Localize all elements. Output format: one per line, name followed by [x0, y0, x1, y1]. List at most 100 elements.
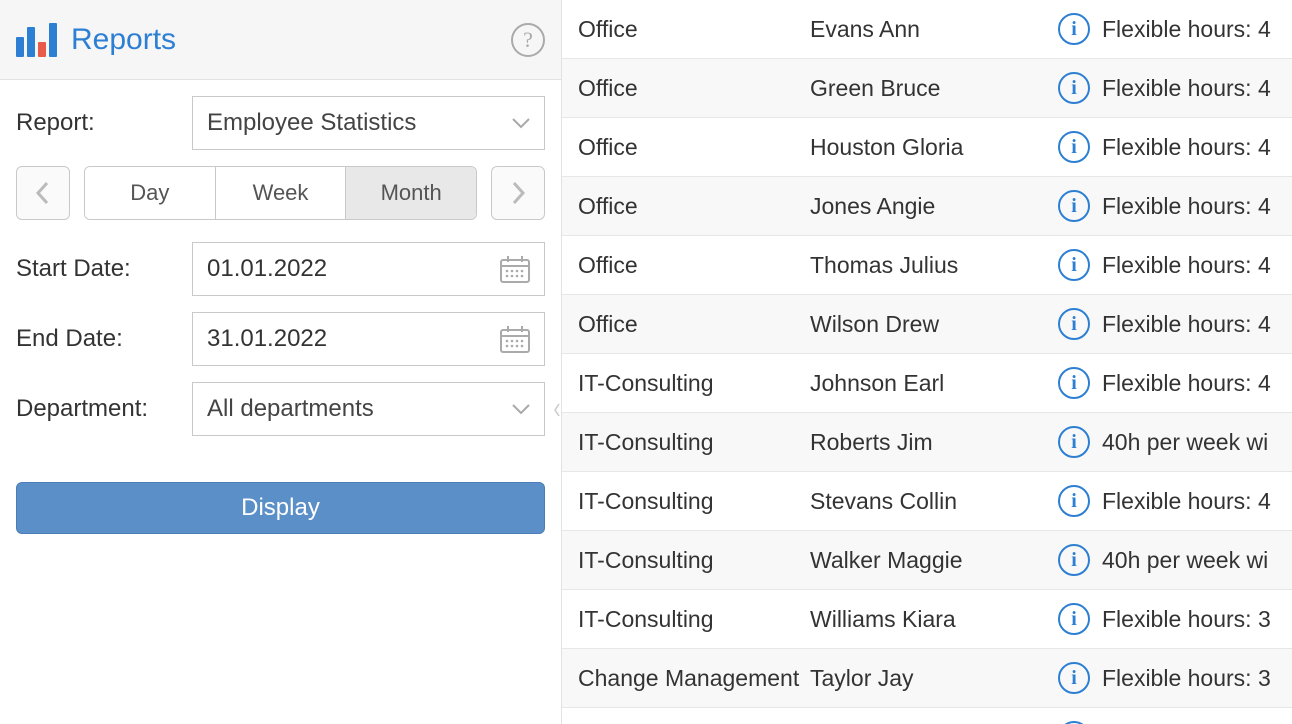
table-row: OfficeThomas Juliusi Flexible hours: 4 [562, 236, 1292, 295]
cell-department: IT-Consulting [562, 429, 810, 456]
cell-name: Evans Ann [810, 16, 1058, 43]
schedule-text: Flexible hours: 3 [1102, 606, 1271, 633]
schedule-text: Flexible hours: 4 [1102, 75, 1271, 102]
schedule-text: Flexible hours: 4 [1102, 134, 1271, 161]
table-row: IT-ConsultingStevans Collini Flexible hou… [562, 472, 1292, 531]
schedule-text: 40h per week wi [1102, 547, 1268, 574]
cell-name: Johnson Earl [810, 370, 1058, 397]
cell-schedule: i Flexible hours: 4 [1058, 190, 1292, 222]
table-row: IT-ConsultingRoberts Jimi 40h per week wi [562, 413, 1292, 472]
cell-schedule: i Flexible hours: 4 [1058, 308, 1292, 340]
cell-name: Houston Gloria [810, 134, 1058, 161]
end-date-label: End Date: [16, 325, 192, 353]
info-icon[interactable]: i [1058, 249, 1090, 281]
help-icon[interactable]: ? [511, 23, 545, 57]
schedule-text: Flexible hours: 4 [1102, 311, 1271, 338]
info-icon[interactable]: i [1058, 426, 1090, 458]
schedule-text: Flexible hours: 4 [1102, 252, 1271, 279]
cell-department: Office [562, 16, 810, 43]
cell-name: Wilson Drew [810, 311, 1058, 338]
cell-schedule: i 40h per week wi [1058, 426, 1292, 458]
cell-schedule: i Flexible hours: 4 [1058, 249, 1292, 281]
info-icon[interactable]: i [1058, 544, 1090, 576]
start-date-input[interactable]: 01.01.2022 [192, 242, 545, 296]
cell-department: IT-Consulting [562, 370, 810, 397]
table-row: OfficeWilson Drewi Flexible hours: 4 [562, 295, 1292, 354]
table-row: IT-ConsultingWalker Maggiei 40h per week … [562, 531, 1292, 590]
display-button[interactable]: Display [16, 482, 545, 534]
cell-schedule: i Flexible hours: 3 [1058, 662, 1292, 694]
info-icon[interactable]: i [1058, 308, 1090, 340]
start-date-value: 01.01.2022 [207, 255, 327, 283]
cell-department: Office [562, 311, 810, 338]
cell-schedule: i Flexible hours: 4 [1058, 485, 1292, 517]
cell-department: Office [562, 75, 810, 102]
cell-department: Office [562, 134, 810, 161]
table-row: OfficeJones Angiei Flexible hours: 4 [562, 177, 1292, 236]
chevron-down-icon [512, 403, 530, 415]
cell-name: Roberts Jim [810, 429, 1058, 456]
schedule-text: Flexible hours: 4 [1102, 16, 1271, 43]
cell-name: Williams Kiara [810, 606, 1058, 633]
schedule-text: Flexible hours: 3 [1102, 665, 1271, 692]
cell-name: Walker Maggie [810, 547, 1058, 574]
prev-period-button[interactable] [16, 166, 70, 220]
next-period-button[interactable] [491, 166, 545, 220]
cell-department: IT-Consulting [562, 606, 810, 633]
cell-name: Thomas Julius [810, 252, 1058, 279]
report-form: Report: Employee Statistics Day Week Mon… [0, 80, 561, 550]
report-select[interactable]: Employee Statistics [192, 96, 545, 150]
table-row: Change ManagementWright CarrieiFlexible … [562, 708, 1292, 724]
cell-department: IT-Consulting [562, 488, 810, 515]
schedule-text: Flexible hours: 4 [1102, 370, 1271, 397]
schedule-text: 40h per week wi [1102, 429, 1268, 456]
cell-department: Office [562, 193, 810, 220]
info-icon[interactable]: i [1058, 72, 1090, 104]
results-table: OfficeEvans AnniFlexible hours: 4OfficeG… [562, 0, 1292, 724]
chevron-down-icon [512, 117, 530, 129]
info-icon[interactable]: i [1058, 603, 1090, 635]
end-date-input[interactable]: 31.01.2022 [192, 312, 545, 366]
info-icon[interactable]: i [1058, 131, 1090, 163]
cell-schedule: i Flexible hours: 4 [1058, 13, 1292, 45]
period-month[interactable]: Month [346, 167, 476, 219]
period-segmented: Day Week Month [84, 166, 477, 220]
schedule-text: Flexible hours: 4 [1102, 488, 1271, 515]
cell-name: Stevans Collin [810, 488, 1058, 515]
department-select[interactable]: All departments [192, 382, 545, 436]
sidebar-header: Reports ? [0, 0, 561, 80]
collapse-handle-icon[interactable] [552, 395, 562, 425]
info-icon[interactable]: i [1058, 367, 1090, 399]
table-row: IT-ConsultingWilliams Kiarai Flexible hou… [562, 590, 1292, 649]
calendar-icon [500, 325, 530, 353]
report-select-value: Employee Statistics [207, 109, 416, 137]
period-day[interactable]: Day [85, 167, 216, 219]
cell-schedule: i Flexible hours: 3 [1058, 603, 1292, 635]
cell-schedule: i 40h per week wi [1058, 544, 1292, 576]
cell-name: Green Bruce [810, 75, 1058, 102]
table-row: Change ManagementTaylor Jayi Flexible hou… [562, 649, 1292, 708]
cell-schedule: i Flexible hours: 4 [1058, 367, 1292, 399]
department-select-value: All departments [207, 395, 374, 423]
info-icon[interactable]: i [1058, 662, 1090, 694]
report-label: Report: [16, 109, 192, 137]
table-row: IT-ConsultingJohnson Earli Flexible hours… [562, 354, 1292, 413]
cell-department: Change Management [562, 665, 810, 692]
info-icon[interactable]: i [1058, 190, 1090, 222]
schedule-text: Flexible hours: 4 [1102, 193, 1271, 220]
cell-schedule: i Flexible hours: 4 [1058, 72, 1292, 104]
table-row: OfficeEvans Anni Flexible hours: 4 [562, 0, 1292, 59]
info-icon[interactable]: i [1058, 13, 1090, 45]
calendar-icon [500, 255, 530, 283]
table-row: OfficeHouston Gloriai Flexible hours: 4 [562, 118, 1292, 177]
sidebar: Reports ? Report: Employee Statistics Da… [0, 0, 562, 724]
info-icon[interactable]: i [1058, 485, 1090, 517]
end-date-value: 31.01.2022 [207, 325, 327, 353]
cell-name: Taylor Jay [810, 665, 1058, 692]
page-title: Reports [71, 23, 176, 57]
start-date-label: Start Date: [16, 255, 192, 283]
cell-department: IT-Consulting [562, 547, 810, 574]
period-week[interactable]: Week [216, 167, 347, 219]
cell-department: Office [562, 252, 810, 279]
cell-name: Jones Angie [810, 193, 1058, 220]
